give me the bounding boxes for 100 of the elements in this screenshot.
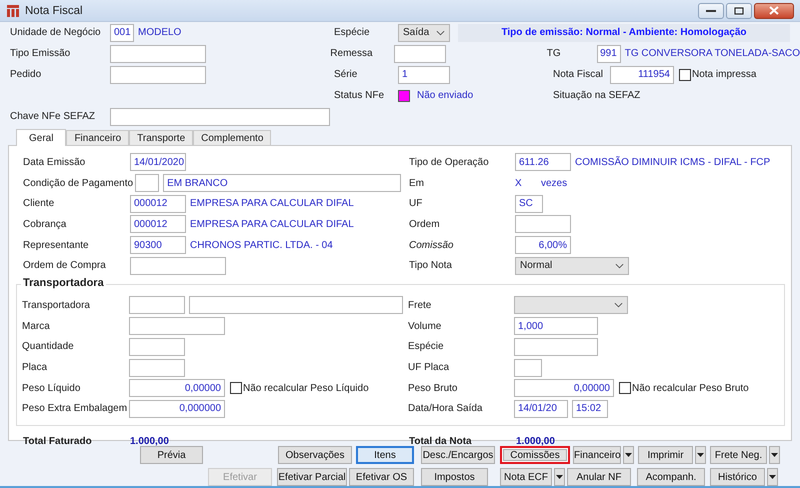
input-field[interactable] <box>514 338 598 356</box>
checkbox-label: Não recalcular Peso Líquido <box>243 382 369 394</box>
dropdown[interactable] <box>514 296 628 314</box>
chevron-down-icon <box>615 262 624 269</box>
field-label: Remessa <box>330 48 374 59</box>
checkbox[interactable] <box>230 382 242 394</box>
input-field[interactable] <box>129 296 185 314</box>
input-field[interactable]: 111954 <box>610 66 674 84</box>
input-field[interactable] <box>129 338 185 356</box>
field-label: Peso Extra Embalagem <box>22 403 128 414</box>
field-label: Frete <box>408 300 432 311</box>
value-text: CHRONOS PARTIC. LTDA. - 04 <box>190 240 333 251</box>
input-field[interactable]: 15:02 <box>572 400 608 418</box>
chevron-down-icon <box>614 302 623 308</box>
field-label: Em <box>409 178 425 189</box>
tab[interactable]: Geral <box>16 129 66 146</box>
input-field[interactable] <box>110 44 206 62</box>
input-field[interactable]: EM BRANCO <box>163 174 402 192</box>
value-text: X <box>515 178 523 189</box>
input-field[interactable]: 000012 <box>130 194 186 213</box>
field-label: Série <box>334 69 358 80</box>
action-button[interactable]: Frete Neg. <box>710 446 767 464</box>
total-value: 1.000,00 <box>130 436 169 447</box>
close-icon <box>769 6 779 15</box>
field-label: Tipo Emissão <box>10 48 72 59</box>
dropdown[interactable]: Saída <box>398 24 450 42</box>
input-field[interactable]: 1,000 <box>514 317 598 336</box>
action-button[interactable]: Desc./Encargos <box>421 446 495 464</box>
field-label: Espécie <box>334 27 371 38</box>
field-label: Chave NFe SEFAZ <box>10 111 96 122</box>
maximize-button[interactable] <box>726 2 752 18</box>
input-field[interactable]: 0,000000 <box>129 400 226 418</box>
dropdown-button[interactable] <box>695 446 706 464</box>
value-text: EMPRESA PARA CALCULAR DIFAL <box>190 198 354 210</box>
input-field[interactable]: 14/01/20 <box>514 400 568 418</box>
action-button[interactable]: Observações <box>278 446 352 464</box>
dropdown-button[interactable] <box>769 446 780 464</box>
app-logo-icon <box>6 4 20 18</box>
dropdown-button[interactable] <box>767 468 778 486</box>
input-field[interactable]: 611.26 <box>515 153 571 172</box>
maximize-icon <box>734 6 744 14</box>
field-label: Peso Bruto <box>408 382 458 394</box>
action-button[interactable]: Itens <box>356 446 414 464</box>
input-field[interactable]: 991 <box>596 44 621 62</box>
action-button[interactable]: Anular NF <box>567 468 631 486</box>
checkbox[interactable] <box>619 382 631 394</box>
tab[interactable]: Financeiro <box>66 130 130 145</box>
action-button[interactable]: Histórico <box>710 468 765 486</box>
field-label: Ordem <box>409 218 441 230</box>
action-button[interactable]: Imprimir <box>638 446 693 464</box>
input-field[interactable] <box>135 174 160 192</box>
field-label: TG <box>546 48 562 59</box>
caret-icon <box>769 475 776 479</box>
input-field[interactable] <box>129 358 185 377</box>
value-text: COMISSÃO DIMINUIR ICMS - DIFAL - FCP <box>575 156 770 168</box>
input-field[interactable]: 000012 <box>130 215 186 234</box>
input-field[interactable] <box>110 66 206 84</box>
field-label: Quantidade <box>22 341 75 352</box>
dropdown-button[interactable] <box>623 446 634 464</box>
input-field[interactable]: 0,00000 <box>129 379 225 398</box>
window-title: Nota Fiscal <box>25 4 83 16</box>
input-field[interactable] <box>514 358 542 377</box>
tab[interactable]: Transporte <box>129 130 194 145</box>
input-field[interactable] <box>515 215 571 234</box>
action-button[interactable]: Prévia <box>140 446 203 464</box>
field-label: Tipo de Operação <box>409 156 490 168</box>
environment-banner: Tipo de emissão: Normal - Ambiente: Homologação <box>458 24 790 42</box>
tab[interactable]: Complemento <box>193 130 272 145</box>
input-field[interactable]: 90300 <box>130 236 186 254</box>
close-button[interactable] <box>754 2 794 18</box>
action-button[interactable]: Financeiro <box>573 446 621 464</box>
action-button[interactable]: Nota ECF <box>500 468 552 486</box>
dropdown[interactable]: Normal <box>515 256 629 275</box>
field-label: Peso Líquido <box>22 382 82 394</box>
input-field[interactable] <box>189 296 403 314</box>
input-field[interactable]: 1 <box>398 66 450 84</box>
action-button[interactable]: Efetivar Parcial <box>277 468 347 486</box>
input-field[interactable]: 6,00% <box>515 236 571 254</box>
action-button[interactable]: Acompanh. <box>637 468 705 486</box>
dropdown-button[interactable] <box>554 468 565 486</box>
minimize-button[interactable] <box>698 2 724 18</box>
action-button[interactable]: Efetivar OS <box>349 468 414 486</box>
field-label: Transportadora <box>22 300 91 311</box>
input-field[interactable]: 14/01/2020 <box>130 153 186 172</box>
action-button[interactable]: Comissões <box>500 446 570 464</box>
minimize-icon <box>706 8 716 12</box>
total-label: Total Faturado <box>23 436 93 447</box>
input-field[interactable] <box>394 44 446 62</box>
input-field[interactable] <box>130 256 226 275</box>
field-label: Marca <box>22 320 51 332</box>
input-field[interactable] <box>129 317 225 336</box>
input-field[interactable] <box>110 108 330 126</box>
caret-icon <box>556 475 563 479</box>
field-label: Status NFe <box>334 90 386 101</box>
input-field[interactable]: 001 <box>110 24 134 42</box>
input-field[interactable]: 0,00000 <box>514 379 614 398</box>
checkbox[interactable] <box>679 68 691 80</box>
input-field[interactable]: SC <box>515 194 543 213</box>
field-label: Comissão <box>409 240 454 251</box>
action-button[interactable]: Impostos <box>421 468 488 486</box>
